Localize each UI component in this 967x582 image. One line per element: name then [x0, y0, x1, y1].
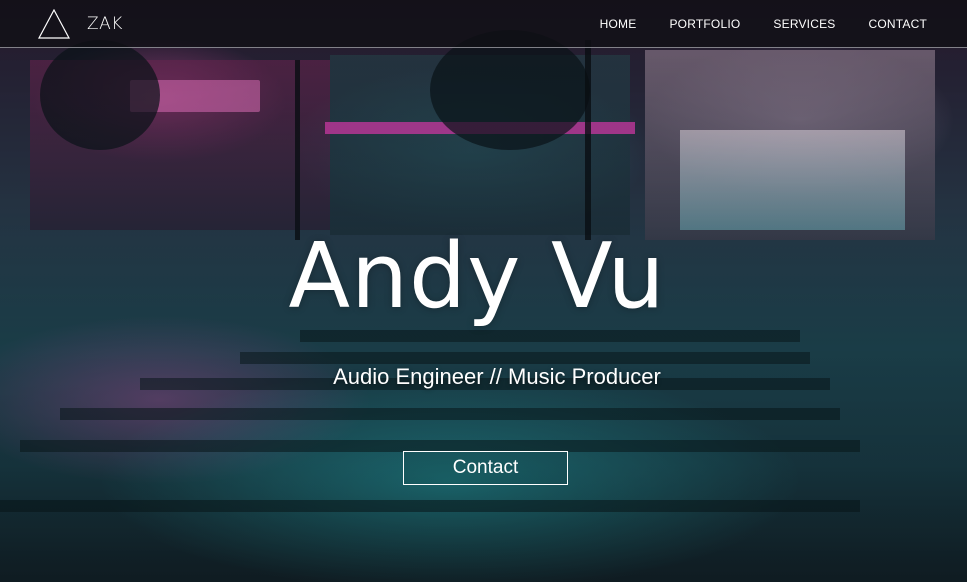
nav-links: HOME PORTFOLIO SERVICES CONTACT — [567, 0, 927, 48]
brand[interactable]: ZAK — [38, 9, 123, 39]
nav-link-services[interactable]: SERVICES — [773, 17, 835, 31]
hero-title: Andy Vu — [288, 224, 666, 329]
nav-link-home[interactable]: HOME — [600, 17, 637, 31]
hero-section: ZAK HOME PORTFOLIO SERVICES CONTACT Andy… — [0, 0, 967, 582]
nav-link-portfolio[interactable]: PORTFOLIO — [669, 17, 740, 31]
hero-subtitle: Audio Engineer // Music Producer — [333, 364, 661, 389]
nav-link-contact[interactable]: CONTACT — [868, 17, 927, 31]
contact-button[interactable]: Contact — [403, 451, 568, 485]
brand-name: ZAK — [87, 14, 123, 34]
top-navbar: ZAK HOME PORTFOLIO SERVICES CONTACT — [0, 0, 967, 48]
triangle-logo-icon — [38, 9, 70, 39]
